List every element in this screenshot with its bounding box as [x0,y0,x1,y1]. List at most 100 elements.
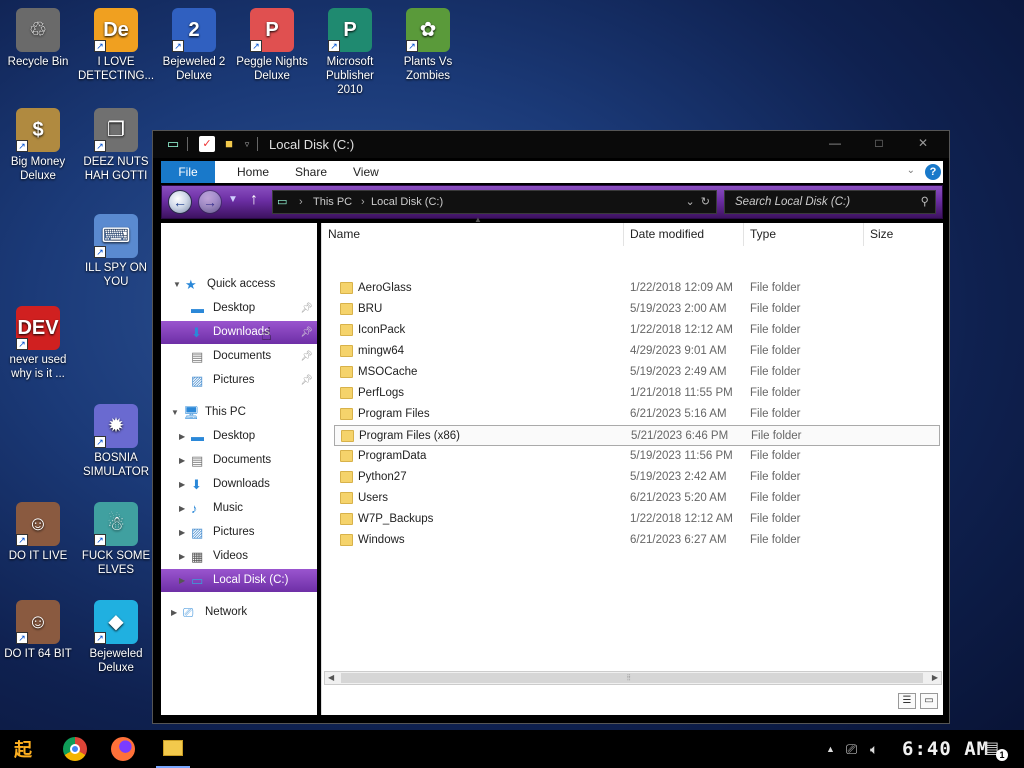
separator [257,137,258,151]
file-explorer-taskbar-icon[interactable] [156,730,190,768]
forward-button[interactable]: → [198,190,222,214]
nav-item-network[interactable]: ▶ ⎚ Network [161,601,317,624]
nav-item-documents[interactable]: ▶ ▤ Documents [161,449,317,472]
file-row[interactable]: Program Files 6/21/2023 5:16 AM File folde… [334,404,940,425]
file-row[interactable]: IconPack 1/22/2018 12:12 AM File folder [334,320,940,341]
maximize-button[interactable]: □ [857,133,901,153]
chevron-right-icon[interactable]: ▶ [171,601,177,624]
nav-item-desktop[interactable]: ▶ ▬ Desktop [161,425,317,448]
clock[interactable]: 6:40 AM [902,730,989,768]
scroll-left-icon[interactable]: ◀ [328,672,334,684]
desktop-icon[interactable]: $ ↗ Big Money Deluxe [0,108,76,183]
desktop-icon[interactable]: P ↗ Microsoft Publisher 2010 [312,8,388,97]
nav-item-music[interactable]: ▶ ♪ Music [161,497,317,520]
column-header-type[interactable]: Type [744,223,864,246]
file-row[interactable]: W7P_Backups 1/22/2018 12:12 AM File folder [334,509,940,530]
desktop-icon[interactable]: ☺ ↗ DO IT LIVE [0,502,76,563]
nav-item-downloads[interactable]: ▶ ⬇ Downloads [161,473,317,496]
desktop-icon[interactable]: ☺ ↗ DO IT 64 BIT [0,600,76,661]
desktop-icon[interactable]: ♲ Recycle Bin [0,8,76,69]
scrollbar-thumb[interactable] [341,673,923,683]
expand-ribbon-icon[interactable]: ⌄ [907,165,915,176]
nav-item-videos[interactable]: ▶ ▦ Videos [161,545,317,568]
network-icon[interactable]: ⎚ [846,730,857,768]
column-header-date[interactable]: Date modified [624,223,744,246]
nav-item-pictures[interactable]: ▨ Pictures 📌︎ [161,369,317,392]
file-row[interactable]: Program Files (x86) 5/21/2023 6:46 PM File… [334,425,940,446]
show-hidden-icons-icon[interactable]: ▲ [826,730,835,768]
recent-locations-icon[interactable]: ▼ [228,194,238,205]
scroll-right-icon[interactable]: ▶ [932,672,938,684]
file-row[interactable]: BRU 5/19/2023 2:00 AM File folder [334,299,940,320]
pin-icon[interactable]: 📌︎ [300,321,313,344]
desktop-icon[interactable]: P ↗ Peggle Nights Deluxe [234,8,310,83]
tab-file[interactable]: File [161,161,215,183]
search-input[interactable]: Search Local Disk (C:) ⚲ [724,190,936,214]
nav-item-downloads[interactable]: ⬇ Downloads 📌︎ ☝ [161,321,317,344]
nav-item-desktop[interactable]: ▬ Desktop 📌︎ [161,297,317,320]
new-folder-icon[interactable]: ■ [221,136,237,152]
volume-icon[interactable]: 🔈︎ [870,730,878,768]
desktop-icon[interactable]: De ↗ I LOVE DETECTING... [78,8,154,83]
start-button[interactable]: 起 [8,734,38,764]
breadcrumb-this-pc[interactable]: This PC [313,191,352,213]
chevron-right-icon[interactable]: ▶ [179,545,185,568]
shortcut-arrow-icon: ↗ [250,40,262,52]
nav-item-this-pc[interactable]: ▼ 🖥︎ This PC [161,401,317,424]
notifications-icon[interactable]: ▤ 1 [984,738,1008,761]
desktop-icon[interactable]: ◆ ↗ Bejeweled Deluxe [78,600,154,675]
large-icons-view-icon[interactable]: ▭ [920,693,938,709]
back-button[interactable]: ← [168,190,192,214]
breadcrumb-local-disk[interactable]: Local Disk (C:) [371,191,443,213]
tab-view[interactable]: View [341,161,391,183]
refresh-icon[interactable]: ⌄ ↻ [685,191,710,213]
details-view-icon[interactable]: ☰ [898,693,916,709]
chevron-right-icon[interactable]: ▶ [179,473,185,496]
chevron-right-icon[interactable]: ▶ [179,425,185,448]
firefox-icon[interactable] [108,734,138,764]
desktop-icon[interactable]: DEV ↗ never used why is it ... [0,306,76,381]
chevron-down-icon[interactable]: ▼ [173,273,181,296]
desktop-icon[interactable]: ⌨ ↗ ILL SPY ON YOU [78,214,154,289]
chevron-right-icon[interactable]: ▶ [179,449,185,472]
address-bar[interactable]: ▭ › This PC › Local Disk (C:) ⌄ ↻ [272,190,717,214]
nav-item-quick-access[interactable]: ▼ ★ Quick access [161,273,317,296]
file-row[interactable]: MSOCache 5/19/2023 2:49 AM File folder [334,362,940,383]
file-row[interactable]: Python27 5/19/2023 2:42 AM File folder [334,467,940,488]
tab-share[interactable]: Share [283,161,339,183]
chevron-right-icon[interactable]: ▶ [179,497,185,520]
horizontal-scrollbar[interactable]: ◀ ⦙⦙ ▶ [324,671,942,685]
help-icon[interactable]: ? [925,164,941,180]
up-button[interactable]: ↑ [250,191,258,209]
chrome-icon[interactable] [60,734,90,764]
column-header-size[interactable]: Size [864,223,944,246]
properties-icon[interactable]: ✓ [199,136,215,152]
file-row[interactable]: ProgramData 5/19/2023 11:56 PM File folder [334,446,940,467]
file-row[interactable]: PerfLogs 1/21/2018 11:55 PM File folder [334,383,940,404]
minimize-button[interactable]: — [813,133,857,153]
file-row[interactable]: mingw64 4/29/2023 9:01 AM File folder [334,341,940,362]
nav-item-documents[interactable]: ▤ Documents 📌︎ [161,345,317,368]
file-row[interactable]: AeroGlass 1/22/2018 12:09 AM File folder [334,278,940,299]
chevron-right-icon[interactable]: ▶ [179,521,185,544]
desktop-icon[interactable]: ❐ ↗ DEEZ NUTS HAH GOTTI [78,108,154,183]
column-header-name[interactable]: Name [322,223,624,246]
title-bar[interactable]: ▭ ✓ ■ ▿ Local Disk (C:) — □ ✕ [153,131,949,158]
desktop-icon[interactable]: ✿ ↗ Plants Vs Zombies [390,8,466,83]
file-row[interactable]: Windows 6/21/2023 6:27 AM File folder [334,530,940,551]
desktop-icon[interactable]: 2 ↗ Bejeweled 2 Deluxe [156,8,232,83]
desktop-icon[interactable]: ☃ ↗ FUCK SOME ELVES [78,502,154,577]
tab-home[interactable]: Home [225,161,281,183]
pin-icon[interactable]: 📌︎ [300,297,313,320]
desktop-icon[interactable]: ✹ ↗ BOSNIA SIMULATOR [78,404,154,479]
pin-icon[interactable]: 📌︎ [300,369,313,392]
pin-icon[interactable]: 📌︎ [300,345,313,368]
chevron-down-icon[interactable]: ▼ [171,401,179,424]
close-button[interactable]: ✕ [901,133,945,153]
nav-item-local-disk-c[interactable]: ▶ ▭ Local Disk (C:) [161,569,317,592]
file-row[interactable]: Users 6/21/2023 5:20 AM File folder [334,488,940,509]
chevron-right-icon[interactable]: ▶ [179,569,185,592]
customize-quick-access-icon[interactable]: ▿ [239,136,255,152]
search-icon[interactable]: ⚲ [921,191,929,213]
nav-item-pictures[interactable]: ▶ ▨ Pictures [161,521,317,544]
